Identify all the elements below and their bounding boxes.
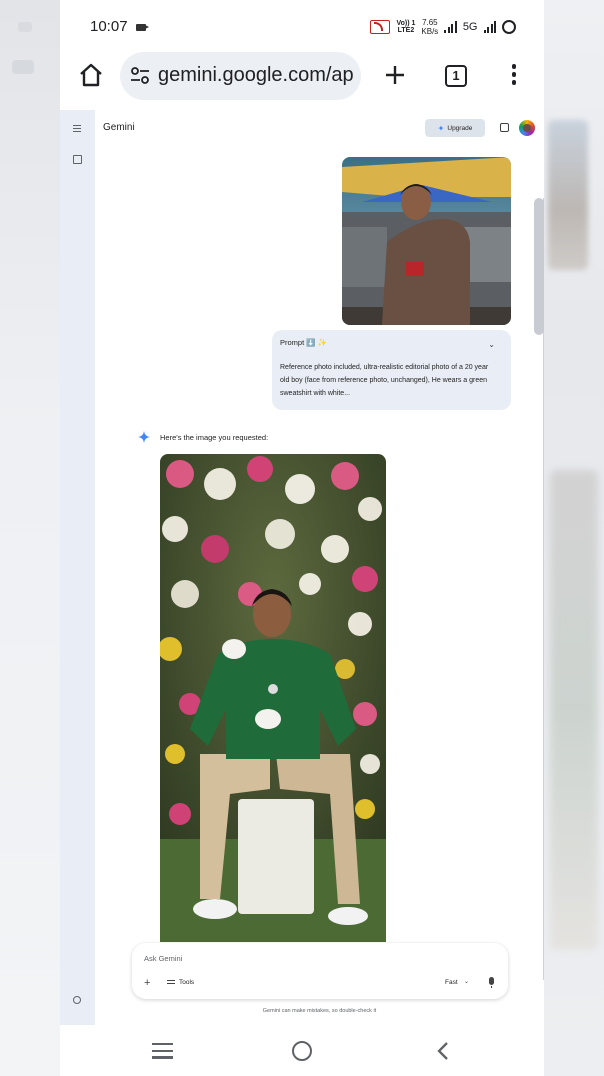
prompt-input-box[interactable]: Ask Gemini + Tools Fast ⌄ [132, 943, 508, 999]
gemini-spark-icon [138, 431, 150, 443]
new-chat-icon[interactable] [73, 155, 82, 164]
url-text: gemini.google.com/ap [158, 64, 354, 86]
user-uploaded-photo[interactable] [342, 157, 511, 325]
browser-toolbar: gemini.google.com/ap 1 [60, 52, 544, 102]
network-speed: 7.65 KB/s [421, 18, 438, 36]
signal-bars-icon [483, 21, 496, 33]
address-bar[interactable]: gemini.google.com/ap [120, 52, 361, 100]
background-right-blur [544, 0, 604, 1076]
tune-icon[interactable] [130, 67, 150, 85]
volte-indicator: Vo)) 1 LTE2 [396, 20, 415, 34]
background-left-blur [0, 0, 60, 1076]
bag-icon[interactable] [500, 123, 509, 132]
settings-gear-icon[interactable] [73, 996, 81, 1004]
sidebar-rail [60, 110, 95, 1025]
upgrade-label: Upgrade [447, 124, 473, 132]
prompt-card[interactable]: Prompt ⬇️ ✨ ⌄ Reference photo included, … [272, 330, 511, 410]
tools-button-label[interactable]: Tools [179, 979, 194, 986]
home-icon[interactable] [78, 62, 104, 88]
network-speed-unit: KB/s [421, 27, 439, 36]
nav-back-icon[interactable] [434, 1041, 452, 1061]
status-bar: 10:07 Vo)) 1 LTE2 7.65 KB/s 5G [60, 0, 544, 52]
chevron-down-icon[interactable]: ⌄ [488, 340, 495, 349]
upgrade-button[interactable]: ✦ Upgrade [425, 119, 485, 137]
gemini-web-page: Gemini ✦ Upgrade Prompt ⬇️ ✨ ⌄ Reference… [60, 110, 545, 1025]
tools-icon[interactable] [167, 980, 175, 986]
phone-screen: 10:07 Vo)) 1 LTE2 7.65 KB/s 5G gemini.go… [60, 0, 545, 1076]
prompt-body: Reference photo included, ultra-realisti… [280, 364, 489, 397]
signal-bars-icon [444, 21, 457, 33]
response-text: Here's the image you requested: [160, 433, 269, 442]
hotspot-icon [370, 20, 391, 34]
status-time: 10:07 [90, 18, 128, 35]
add-attachment-icon[interactable]: + [144, 977, 150, 989]
nav-menu-icon[interactable] [152, 1043, 173, 1059]
disclaimer-text: Gemini can make mistakes, so double-chec… [262, 1008, 377, 1014]
prompt-input[interactable]: Ask Gemini [144, 954, 182, 963]
background-ghost-shape [12, 60, 34, 74]
avatar[interactable] [519, 120, 535, 136]
volte-line: LTE2 [397, 27, 415, 34]
menu-dots-icon[interactable] [509, 64, 519, 88]
mic-icon[interactable] [489, 977, 494, 988]
volte-line: Vo)) 1 [396, 20, 416, 27]
status-indicators: Vo)) 1 LTE2 7.65 KB/s 5G [370, 16, 516, 38]
nav-home-icon[interactable] [292, 1041, 312, 1061]
video-camera-icon [136, 24, 149, 31]
sidebar-menu-icon[interactable] [73, 125, 81, 132]
chevron-down-icon[interactable]: ⌄ [464, 978, 469, 985]
spark-icon: ✦ [437, 123, 445, 133]
model-mode-label[interactable]: Fast [445, 979, 458, 986]
background-ghost-shape [18, 22, 32, 32]
prompt-title: Prompt ⬇️ ✨ [280, 338, 328, 347]
background-ghost-image [548, 120, 588, 270]
scrollbar-thumb[interactable] [534, 198, 544, 335]
tab-switcher-button[interactable]: 1 [445, 65, 467, 87]
network-speed-value: 7.65 [422, 18, 438, 27]
system-navigation-bar [60, 1025, 544, 1076]
generated-image[interactable] [160, 454, 386, 942]
new-tab-plus-icon[interactable] [383, 63, 407, 87]
background-ghost-image [550, 470, 598, 950]
battery-ring-icon [502, 20, 516, 34]
app-title: Gemini [103, 122, 135, 133]
network-type: 5G [462, 21, 478, 33]
